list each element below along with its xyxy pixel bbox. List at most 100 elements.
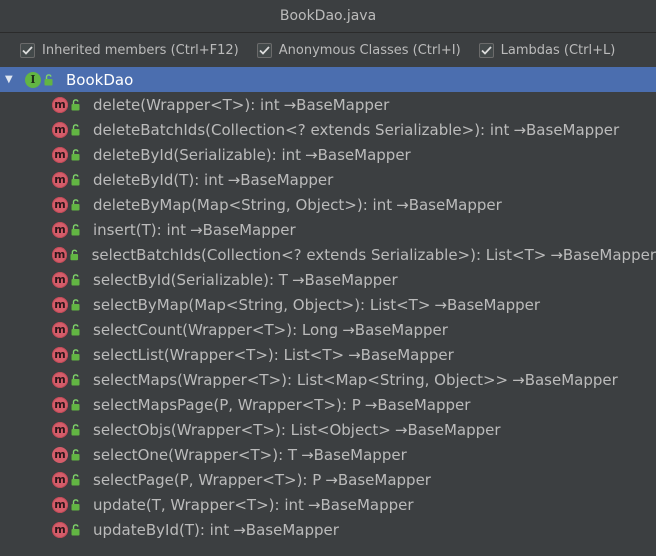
method-signature: selectBatchIds(Collection<? extends Seri… xyxy=(91,245,547,264)
tree-root-label: BookDao xyxy=(66,70,134,89)
method-item[interactable]: m delete(Wrapper<T>): int → BaseMapper xyxy=(0,92,656,117)
method-icon: m xyxy=(52,146,68,163)
unlocked-icon xyxy=(44,73,53,85)
method-origin: BaseMapper xyxy=(202,220,296,239)
method-item[interactable]: m selectMapsPage(P, Wrapper<T>): P → BaseMa… xyxy=(0,392,656,417)
option-label: Anonymous Classes (Ctrl+I) xyxy=(278,42,461,58)
method-item[interactable]: m deleteByMap(Map<String, Object>): int → B… xyxy=(0,192,656,217)
method-item[interactable]: m selectObjs(Wrapper<T>): List<Object> → Ba… xyxy=(0,417,656,442)
method-item[interactable]: m selectList(Wrapper<T>): List<T> → BaseMap… xyxy=(0,342,656,367)
filter-options-bar: Inherited members (Ctrl+F12) Anonymous C… xyxy=(0,33,656,68)
method-signature: selectObjs(Wrapper<T>): List<Object> xyxy=(93,420,391,439)
method-item[interactable]: m update(T, Wrapper<T>): int → BaseMapper xyxy=(0,492,656,517)
arrow-right-icon: → xyxy=(342,320,355,339)
method-signature: selectList(Wrapper<T>): List<T> xyxy=(93,345,345,364)
method-signature: update(T, Wrapper<T>): int xyxy=(93,495,304,514)
unlocked-icon xyxy=(71,423,80,435)
unlocked-icon xyxy=(71,123,80,135)
method-item[interactable]: m selectOne(Wrapper<T>): T → BaseMapper xyxy=(0,442,656,467)
method-item[interactable]: m selectPage(P, Wrapper<T>): P → BaseMapper xyxy=(0,467,656,492)
method-origin: BaseMapper xyxy=(377,395,471,414)
option-label: Lambdas (Ctrl+L) xyxy=(500,42,616,58)
arrow-right-icon: → xyxy=(307,495,321,514)
method-origin: BaseMapper xyxy=(337,470,431,489)
method-icon: m xyxy=(52,221,68,238)
method-origin: BaseMapper xyxy=(407,420,501,439)
option-label: Inherited members (Ctrl+F12) xyxy=(42,42,239,58)
method-origin: BaseMapper xyxy=(354,320,448,339)
method-signature: deleteById(T): int xyxy=(93,170,224,189)
method-item[interactable]: m deleteBatchIds(Collection<? extends Ser… xyxy=(0,117,656,142)
method-list: m delete(Wrapper<T>): int → BaseMapper m dele… xyxy=(0,92,656,542)
method-icon: m xyxy=(52,171,68,188)
method-signature: insert(T): int xyxy=(93,220,187,239)
method-origin: BaseMapper xyxy=(245,520,339,539)
option-anonymous-classes[interactable]: Anonymous Classes (Ctrl+I) xyxy=(256,42,461,58)
method-item[interactable]: m selectById(Serializable): T → BaseMapper xyxy=(0,267,656,292)
method-origin: BaseMapper xyxy=(446,295,541,314)
method-icon: m xyxy=(52,246,68,263)
method-item[interactable]: m insert(T): int → BaseMapper xyxy=(0,217,656,242)
structure-tree: ▼ I BookDao m delete(Wrapper<T>): int → Bas… xyxy=(0,67,656,556)
method-signature: selectCount(Wrapper<T>): Long xyxy=(93,320,339,339)
method-icon: m xyxy=(52,496,68,513)
method-signature: selectMapsPage(P, Wrapper<T>): P xyxy=(93,395,361,414)
method-item[interactable]: m deleteById(Serializable): int → BaseMappe… xyxy=(0,142,656,167)
method-icon: m xyxy=(52,371,68,388)
method-icon: m xyxy=(52,471,68,488)
method-item[interactable]: m deleteById(T): int → BaseMapper xyxy=(0,167,656,192)
method-icon: m xyxy=(52,296,68,313)
unlocked-icon xyxy=(71,473,80,485)
checkbox-icon[interactable] xyxy=(256,42,272,58)
method-icon: m xyxy=(52,446,68,463)
checkbox-icon[interactable] xyxy=(478,42,494,58)
method-origin: BaseMapper xyxy=(526,120,620,139)
expand-arrow-icon[interactable]: ▼ xyxy=(5,74,15,85)
arrow-right-icon: → xyxy=(283,95,297,114)
unlocked-icon xyxy=(71,323,80,335)
method-origin: BaseMapper xyxy=(313,445,407,464)
checkbox-icon[interactable] xyxy=(20,42,35,58)
unlocked-icon xyxy=(71,448,80,460)
arrow-right-icon: → xyxy=(325,470,338,489)
arrow-right-icon: → xyxy=(190,220,203,239)
method-signature: deleteByMap(Map<String, Object>): int xyxy=(93,195,393,214)
method-icon: m xyxy=(52,521,68,538)
method-origin: BaseMapper xyxy=(240,170,334,189)
unlocked-icon xyxy=(71,273,80,285)
method-item[interactable]: m updateById(T): int → BaseMapper xyxy=(0,517,656,542)
unlocked-icon xyxy=(70,249,79,260)
method-icon: m xyxy=(52,421,68,438)
unlocked-icon xyxy=(71,98,80,110)
arrow-right-icon: → xyxy=(301,445,314,464)
arrow-right-icon: → xyxy=(513,120,527,139)
tree-root-bookdao[interactable]: ▼ I BookDao xyxy=(0,67,656,92)
arrow-right-icon: → xyxy=(291,270,305,289)
arrow-right-icon: → xyxy=(233,520,246,539)
method-signature: selectById(Serializable): T xyxy=(93,270,288,289)
arrow-right-icon: → xyxy=(227,170,241,189)
method-origin: BaseMapper xyxy=(296,95,390,114)
arrow-right-icon: → xyxy=(396,195,409,214)
method-item[interactable]: m selectByMap(Map<String, Object>): List<… xyxy=(0,292,656,317)
unlocked-icon xyxy=(71,298,80,310)
method-signature: updateById(T): int xyxy=(93,520,230,539)
method-icon: m xyxy=(52,271,68,288)
method-origin: BaseMapper xyxy=(320,495,414,514)
arrow-right-icon: → xyxy=(434,295,447,314)
method-item[interactable]: m selectCount(Wrapper<T>): Long → BaseMappe… xyxy=(0,317,656,342)
arrow-right-icon: → xyxy=(550,245,563,264)
method-origin: BaseMapper xyxy=(562,245,656,264)
option-lambdas[interactable]: Lambdas (Ctrl+L) xyxy=(478,42,616,58)
method-item[interactable]: m selectMaps(Wrapper<T>): List<Map<String… xyxy=(0,367,656,392)
method-signature: selectByMap(Map<String, Object>): List<T… xyxy=(93,295,431,314)
method-signature: selectMaps(Wrapper<T>): List<Map<String,… xyxy=(93,370,509,389)
method-icon: m xyxy=(52,396,68,413)
method-origin: BaseMapper xyxy=(317,145,411,164)
method-item[interactable]: m selectBatchIds(Collection<? extends Ser… xyxy=(0,242,656,267)
method-signature: deleteBatchIds(Collection<? extends Seri… xyxy=(93,120,510,139)
arrow-right-icon: → xyxy=(394,420,408,439)
arrow-right-icon: → xyxy=(305,145,318,164)
unlocked-icon xyxy=(71,398,80,410)
option-inherited-members[interactable]: Inherited members (Ctrl+F12) xyxy=(20,42,239,58)
